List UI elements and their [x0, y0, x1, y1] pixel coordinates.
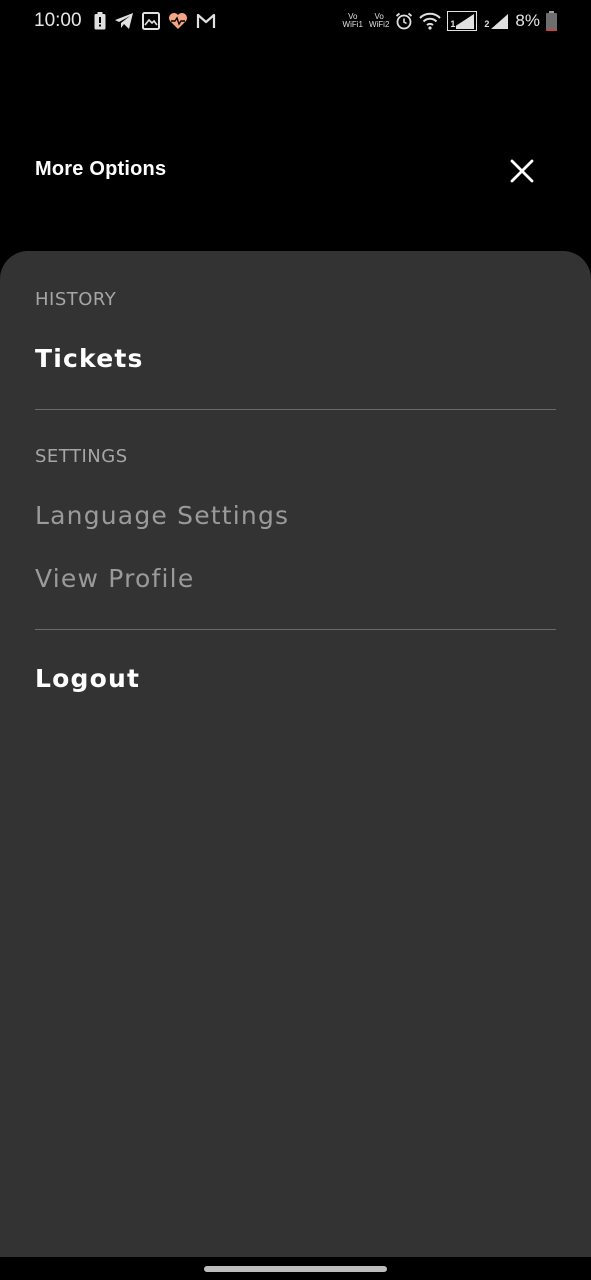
divider [35, 409, 556, 410]
section-label-history: HISTORY [35, 289, 117, 310]
status-bar: 10:00 Vo WiFi1 Vo WiFi2 1 2 8% [0, 0, 591, 42]
battery-percent: 8% [515, 11, 540, 30]
health-icon [168, 12, 188, 30]
menu-item-logout[interactable]: Logout [35, 664, 140, 693]
menu-item-view-profile[interactable]: View Profile [35, 564, 194, 593]
menu-item-tickets[interactable]: Tickets [35, 344, 144, 373]
wifi-icon [419, 12, 442, 30]
navigation-bar [0, 1257, 591, 1280]
signal-sim1-icon: 1 [447, 11, 478, 31]
menu-item-language-settings[interactable]: Language Settings [35, 501, 289, 530]
telegram-icon [114, 12, 134, 30]
page-title: More Options [35, 158, 167, 180]
signal-sim2-icon: 2 [483, 11, 509, 31]
close-icon [510, 159, 534, 183]
gallery-icon [141, 12, 160, 30]
close-button[interactable] [500, 149, 544, 193]
sim2-label: 2 [484, 19, 490, 29]
status-time: 10:00 [34, 10, 82, 31]
vowifi-2-bottom: WiFi2 [368, 20, 390, 29]
vowifi-1-indicator: Vo WiFi1 [343, 13, 363, 29]
vowifi-2-indicator: Vo WiFi2 [369, 13, 389, 29]
status-bar-left: 10:00 [34, 9, 216, 33]
vowifi-1-bottom: WiFi1 [342, 20, 363, 29]
battery-icon [546, 11, 557, 31]
options-sheet: HISTORY Tickets SETTINGS Language Settin… [0, 251, 591, 1257]
sim1-label: 1 [450, 19, 456, 29]
divider [35, 629, 556, 630]
home-indicator[interactable] [204, 1266, 387, 1272]
gmail-icon [196, 13, 216, 29]
alarm-icon [395, 12, 413, 30]
battery-alert-icon [94, 12, 106, 30]
status-bar-right: Vo WiFi1 Vo WiFi2 1 2 8% [343, 9, 557, 33]
section-label-settings: SETTINGS [35, 446, 128, 467]
